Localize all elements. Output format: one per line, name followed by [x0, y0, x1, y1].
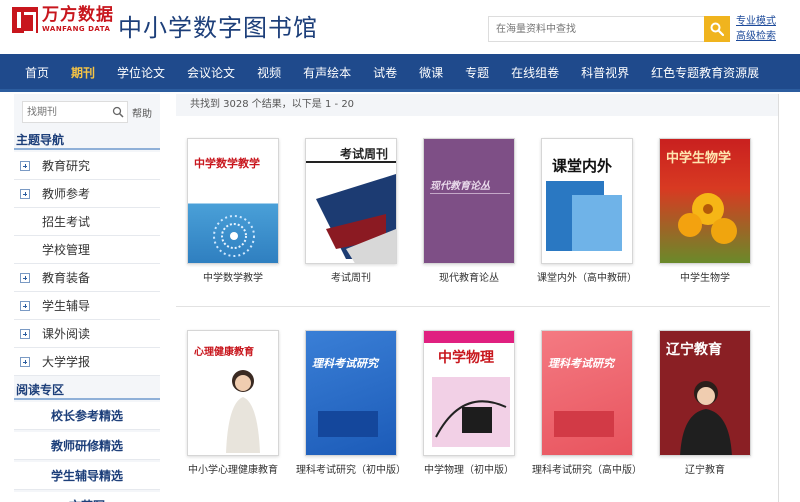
sidebar: 帮助 主题导航 教育研究 教师参考 招生考试 学校管理 教育装备 学生辅导 课外…: [14, 94, 160, 502]
cover-pattern-icon: [213, 215, 255, 257]
sidebar-item-education-research[interactable]: 教育研究: [14, 152, 160, 180]
journal-card[interactable]: 课堂内外 课堂内外（高中教研）: [531, 138, 643, 298]
journal-title[interactable]: 中小学心理健康教育: [177, 464, 289, 478]
nav-videos[interactable]: 视频: [246, 54, 292, 92]
journal-card[interactable]: 中学物理 中学物理（初中版）: [413, 330, 525, 502]
expand-icon[interactable]: [20, 189, 30, 199]
person-photo-icon: [680, 381, 732, 455]
cover-building-icon: [316, 174, 396, 263]
reading-item-principal[interactable]: 校长参考精选: [14, 402, 160, 430]
nav-topics[interactable]: 专题: [454, 54, 500, 92]
journal-card[interactable]: 心理健康教育 中小学心理健康教育: [177, 330, 289, 502]
nav-science-vision[interactable]: 科普视界: [570, 54, 640, 92]
reading-item-student[interactable]: 学生辅导精选: [14, 462, 160, 490]
journal-cover[interactable]: 中学物理: [423, 330, 515, 456]
journal-cover[interactable]: 中学数学教学: [187, 138, 279, 264]
journal-search-input[interactable]: [23, 102, 107, 122]
journal-cover[interactable]: 考试周刊: [305, 138, 397, 264]
sidebar-item-student-tutoring[interactable]: 学生辅导: [14, 292, 160, 320]
nav-journals[interactable]: 期刊: [60, 54, 106, 92]
journal-title[interactable]: 中学数学教学: [177, 272, 289, 286]
cover-graphic-icon: [432, 377, 510, 447]
journal-title[interactable]: 理科考试研究（初中版）: [295, 464, 407, 478]
journal-card[interactable]: 辽宁教育 辽宁教育: [649, 330, 761, 502]
journal-cover[interactable]: 心理健康教育: [187, 330, 279, 456]
search-icon: [710, 22, 724, 36]
nav-home[interactable]: 首页: [14, 54, 60, 92]
help-link[interactable]: 帮助: [132, 105, 152, 120]
expand-icon[interactable]: [20, 161, 30, 171]
sidebar-item-teacher-reference[interactable]: 教师参考: [14, 180, 160, 208]
nav-red-education[interactable]: 红色专题教育资源展: [640, 54, 770, 92]
sidebar-item-extracurricular-reading[interactable]: 课外阅读: [14, 320, 160, 348]
journal-title[interactable]: 考试周刊: [295, 272, 407, 286]
logo[interactable]: 万方数据 WANFANG DATA: [12, 5, 114, 34]
journal-title[interactable]: 中学生物学: [649, 272, 761, 286]
journal-card[interactable]: 理科考试研究 理科考试研究（高中版）: [531, 330, 643, 502]
journal-cover[interactable]: 理科考试研究: [541, 330, 633, 456]
reading-item-literature[interactable]: 文苑写: [14, 492, 160, 502]
journal-cover[interactable]: 中学生物学: [659, 138, 751, 264]
nav-audio-picture-books[interactable]: 有声绘本: [292, 54, 362, 92]
header-links: 专业模式 高级检索: [736, 14, 776, 44]
header: 万方数据 WANFANG DATA 中小学数字图书馆 专业模式 高级检索: [0, 0, 800, 54]
result-summary: 共找到 3028 个结果，以下是 1 - 20: [176, 94, 778, 116]
nav-conference-papers[interactable]: 会议论文: [176, 54, 246, 92]
journal-title[interactable]: 课堂内外（高中教研）: [531, 272, 643, 286]
nav-micro-lessons[interactable]: 微课: [408, 54, 454, 92]
logo-mark-icon: [12, 7, 38, 34]
journal-cover[interactable]: 现代教育论丛: [423, 138, 515, 264]
nav-exam-papers[interactable]: 试卷: [362, 54, 408, 92]
journal-title[interactable]: 中学物理（初中版）: [413, 464, 525, 478]
search-box: [488, 16, 706, 42]
journal-title[interactable]: 辽宁教育: [649, 464, 761, 478]
journal-title[interactable]: 理科考试研究（高中版）: [531, 464, 643, 478]
flower-icon: [678, 193, 737, 244]
journal-card[interactable]: 理科考试研究 理科考试研究（初中版）: [295, 330, 407, 502]
sidebar-item-education-equipment[interactable]: 教育装备: [14, 264, 160, 292]
site-title: 中小学数字图书馆: [118, 14, 318, 42]
journal-cover[interactable]: 理科考试研究: [305, 330, 397, 456]
search-button[interactable]: [704, 16, 730, 42]
logo-text-cn: 万方数据: [42, 5, 114, 25]
topic-nav-title: 主题导航: [14, 130, 160, 150]
expand-icon[interactable]: [20, 329, 30, 339]
expand-icon[interactable]: [20, 273, 30, 283]
nav-online-exam[interactable]: 在线组卷: [500, 54, 570, 92]
journal-card[interactable]: 中学数学教学 中学数学教学: [177, 138, 289, 298]
journal-card[interactable]: 考试周刊 考试周刊: [295, 138, 407, 298]
journal-cover[interactable]: 辽宁教育: [659, 330, 751, 456]
person-photo-icon: [226, 370, 260, 453]
main-nav: 首页 期刊 学位论文 会议论文 视频 有声绘本 试卷 微课 专题 在线组卷 科普…: [0, 54, 800, 92]
expand-icon[interactable]: [20, 301, 30, 311]
journal-title[interactable]: 现代教育论丛: [413, 272, 525, 286]
search-input[interactable]: [489, 17, 689, 41]
nav-dissertations[interactable]: 学位论文: [106, 54, 176, 92]
sidebar-item-school-management[interactable]: 学校管理: [14, 236, 160, 264]
professional-mode-link[interactable]: 专业模式: [736, 14, 776, 29]
advanced-search-link[interactable]: 高级检索: [736, 29, 776, 44]
sidebar-item-university-journals[interactable]: 大学学报: [14, 348, 160, 376]
reading-zone-title: 阅读专区: [14, 380, 160, 400]
sidebar-item-admission-exam[interactable]: 招生考试: [14, 208, 160, 236]
journal-cover[interactable]: 课堂内外: [541, 138, 633, 264]
search-icon[interactable]: [112, 106, 124, 118]
journal-card[interactable]: 现代教育论丛 现代教育论丛: [413, 138, 525, 298]
expand-icon[interactable]: [20, 357, 30, 367]
reading-item-teacher[interactable]: 教师研修精选: [14, 432, 160, 460]
journal-card[interactable]: 中学生物学 中学生物学: [649, 138, 761, 298]
logo-text-en: WANFANG DATA: [42, 25, 111, 33]
journal-search-box: [22, 101, 128, 123]
